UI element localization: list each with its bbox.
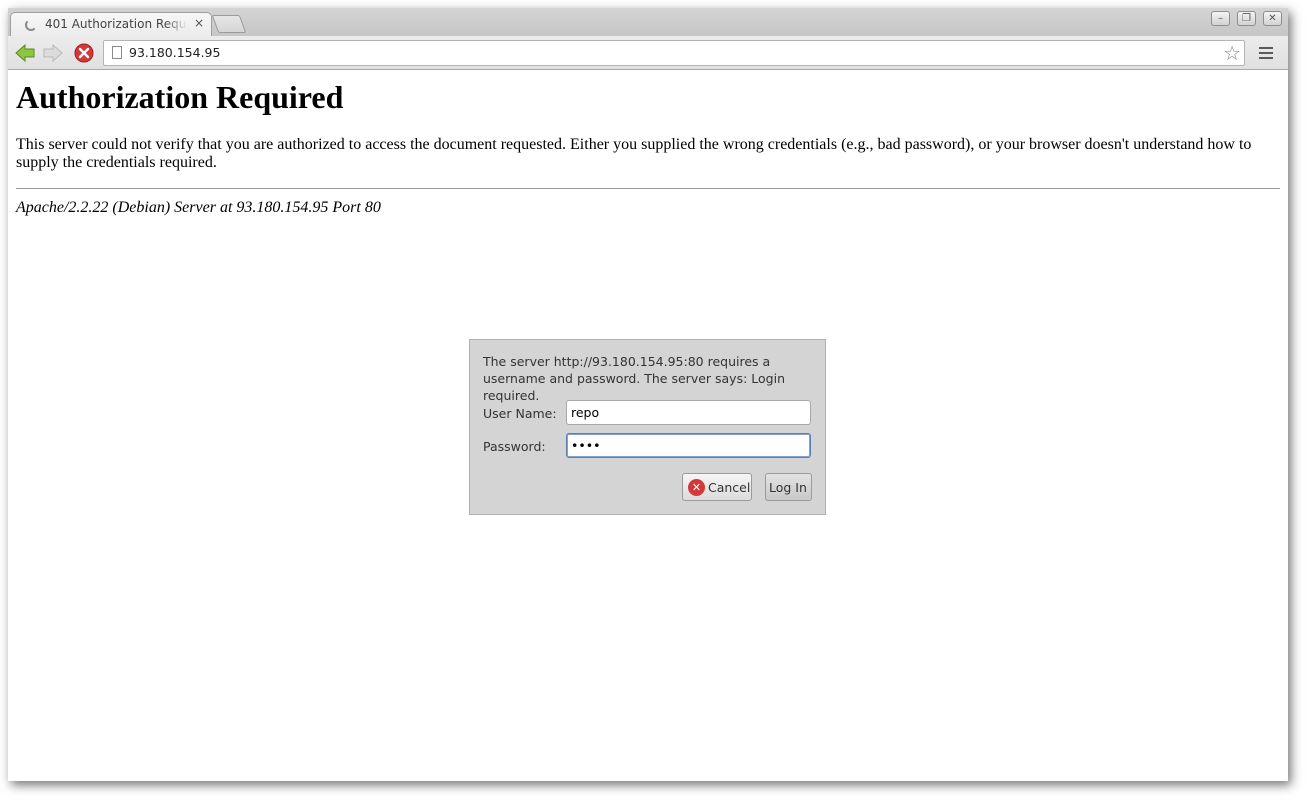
page-title: Authorization Required — [16, 79, 344, 115]
restore-button[interactable]: ❐ — [1237, 11, 1256, 26]
page-icon — [112, 46, 122, 59]
new-tab-button[interactable] — [211, 15, 247, 33]
toolbar: 93.180.154.95 ☆ — [8, 36, 1288, 70]
login-label: Log In — [769, 480, 807, 495]
tab-strip: 401 Authorization Required × – ❐ ✕ — [8, 8, 1288, 36]
minimize-button[interactable]: – — [1211, 11, 1230, 26]
tab-title: 401 Authorization Required — [45, 17, 187, 31]
auth-dialog: The server http://93.180.154.95:80 requi… — [469, 339, 826, 515]
dialog-message: The server http://93.180.154.95:80 requi… — [483, 354, 786, 403]
divider — [16, 188, 1280, 189]
cancel-button[interactable]: ✕ Cancel — [682, 473, 752, 501]
loading-spinner-icon — [25, 19, 37, 31]
forward-arrow-icon[interactable] — [42, 42, 64, 64]
cancel-label: Cancel — [708, 480, 751, 495]
cancel-icon: ✕ — [688, 479, 705, 496]
error-message: This server could not verify that you ar… — [16, 136, 1252, 171]
username-input[interactable] — [566, 400, 811, 425]
password-label: Password: — [483, 439, 546, 454]
back-arrow-icon[interactable] — [14, 42, 36, 64]
stop-icon[interactable] — [73, 42, 95, 64]
server-signature: Apache/2.2.22 (Debian) Server at 93.180.… — [16, 199, 381, 216]
username-label: User Name: — [483, 406, 557, 421]
login-button[interactable]: Log In — [765, 473, 812, 501]
address-text: 93.180.154.95 — [129, 45, 221, 60]
tab-close-icon[interactable]: × — [194, 16, 204, 30]
close-window-button[interactable]: ✕ — [1263, 11, 1282, 26]
star-icon[interactable]: ☆ — [1223, 42, 1241, 64]
password-input[interactable] — [566, 433, 811, 458]
address-bar[interactable]: 93.180.154.95 ☆ — [103, 40, 1245, 66]
menu-icon[interactable] — [1259, 47, 1273, 62]
tab-active[interactable]: 401 Authorization Required × — [10, 12, 212, 36]
